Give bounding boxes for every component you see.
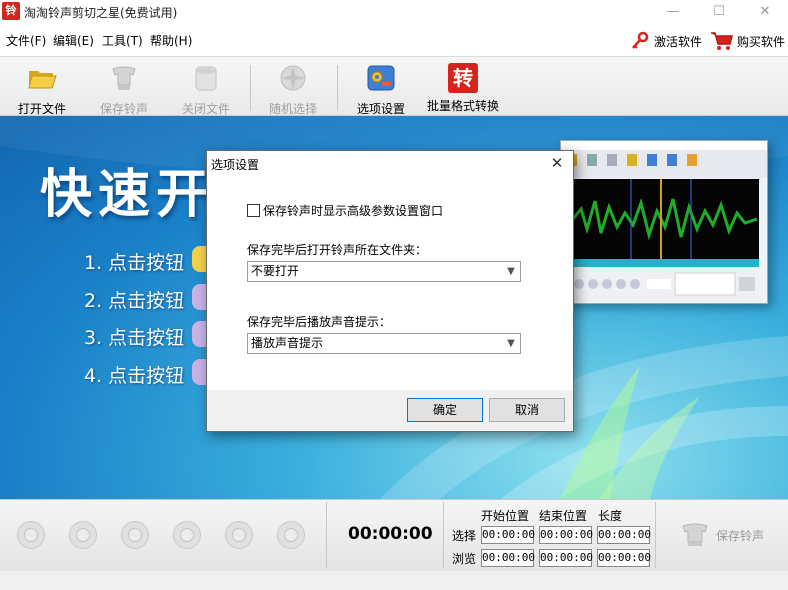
pause-button[interactable] [69, 521, 97, 549]
play-sound-value: 播放声音提示 [251, 336, 324, 350]
status-bar [0, 571, 788, 590]
close-file-icon [195, 66, 217, 91]
title-bar: 铃 淘淘铃声剪切之星(免费试用) — ☐ ✕ [0, 0, 788, 26]
browse-row-label: 浏览 [452, 552, 477, 566]
open-folder-value: 不要打开 [251, 264, 300, 278]
toolbar-separator [337, 65, 338, 111]
selection-start-field[interactable]: 00:00:00 [481, 526, 535, 544]
batch-convert-button[interactable]: 转 批量格式转换 [423, 61, 503, 113]
play-selection-button[interactable] [277, 521, 305, 549]
key-icon [632, 31, 649, 49]
chevron-down-icon: ▼ [507, 266, 515, 277]
menu-tools[interactable]: 工具(T) [102, 32, 143, 49]
minimize-button[interactable]: — [650, 0, 696, 26]
bracket-left-icon [180, 528, 194, 542]
options-dialog: 选项设置 ✕ 保存铃声时显示高级参数设置窗口 保存完毕后打开铃声所在文件夹： 不… [206, 150, 574, 432]
preview-screenshot-icon [561, 141, 767, 301]
panel-separator [443, 502, 444, 568]
maximize-button[interactable]: ☐ [696, 0, 742, 26]
folder-open-icon [28, 71, 57, 89]
start-position-header: 开始位置 [481, 509, 530, 523]
close-file-label: 关闭文件 [181, 102, 230, 116]
advanced-params-label: 保存铃声时显示高级参数设置窗口 [263, 204, 444, 218]
length-header: 长度 [598, 509, 623, 523]
save-ringtone-toolbar-button[interactable]: 保存铃声 [84, 61, 164, 116]
app-icon: 铃 [2, 2, 20, 20]
open-folder-select[interactable]: 不要打开 ▼ [247, 261, 521, 282]
save-ringtone-icon [112, 66, 136, 90]
step-1: 1. 点击按钮 [84, 252, 185, 274]
menu-file[interactable]: 文件(F) [6, 32, 46, 49]
batch-convert-icon: 转 [448, 63, 478, 93]
bracket-right-icon [232, 528, 246, 542]
buy-software-button[interactable]: 购买软件 [710, 30, 785, 52]
app-preview-thumbnail [560, 140, 768, 304]
current-time: 00:00:00 [348, 524, 433, 544]
options-settings-label: 选项设置 [356, 102, 405, 116]
set-start-button[interactable] [173, 521, 201, 549]
random-select-button[interactable]: 随机选择 [253, 61, 333, 116]
panel-separator [655, 502, 656, 568]
save-ringtone-button[interactable]: 保存铃声 [680, 520, 776, 550]
random-select-label: 随机选择 [268, 102, 317, 116]
dialog-title: 选项设置 [211, 158, 260, 172]
selection-row-label: 选择 [452, 529, 477, 543]
window-title: 淘淘铃声剪切之星(免费试用) [24, 6, 178, 20]
open-folder-label: 保存完毕后打开铃声所在文件夹： [247, 243, 428, 257]
stop-button[interactable] [121, 521, 149, 549]
ok-button[interactable]: 确定 [407, 398, 483, 422]
menu-edit[interactable]: 编辑(E) [53, 32, 94, 49]
selection-length-field[interactable]: 00:00:00 [597, 526, 651, 544]
random-select-icon [280, 65, 306, 91]
selection-end-field[interactable]: 00:00:00 [539, 526, 593, 544]
close-file-button[interactable]: 关闭文件 [166, 61, 246, 116]
activate-software-label: 激活软件 [654, 34, 703, 49]
set-end-button[interactable] [225, 521, 253, 549]
buy-software-label: 购买软件 [737, 34, 786, 49]
browse-end-field: 00:00:00 [539, 549, 593, 567]
batch-convert-label: 批量格式转换 [426, 99, 499, 113]
step-2: 2. 点击按钮 [84, 290, 185, 312]
step-3: 3. 点击按钮 [84, 327, 185, 349]
save-ringtone-icon [682, 523, 708, 546]
browse-length-field: 00:00:00 [597, 549, 651, 567]
play-sound-select[interactable]: 播放声音提示 ▼ [247, 333, 521, 354]
play-selection-icon [284, 528, 298, 542]
menu-bar: 文件(F) 编辑(E) 工具(T) 帮助(H) 激活软件 购买软件 [0, 26, 788, 56]
dialog-body: 保存铃声时显示高级参数设置窗口 保存完毕后打开铃声所在文件夹： 不要打开 ▼ 保… [207, 176, 573, 390]
end-position-header: 结束位置 [539, 509, 588, 523]
dialog-title-bar: 选项设置 ✕ [207, 151, 573, 176]
pause-icon [76, 528, 90, 542]
cancel-button[interactable]: 取消 [489, 398, 565, 422]
stop-icon [128, 528, 142, 542]
browse-start-field: 00:00:00 [481, 549, 535, 567]
play-sound-label: 保存完毕后播放声音提示： [247, 315, 392, 329]
advanced-params-checkbox[interactable]: 保存铃声时显示高级参数设置窗口 [247, 202, 443, 219]
cart-icon [711, 32, 733, 50]
save-ringtone-bottom-label: 保存铃声 [716, 528, 765, 543]
panel-separator [326, 502, 327, 568]
activate-software-button[interactable]: 激活软件 [630, 30, 702, 52]
save-ringtone-label: 保存铃声 [99, 102, 148, 116]
step-4: 4. 点击按钮 [84, 365, 185, 387]
options-icon [367, 65, 395, 91]
toolbar: 打开文件 保存铃声 关闭文件 随机选择 选项设置 转 批量格式转换 [0, 56, 788, 116]
toolbar-separator [250, 65, 251, 111]
play-button[interactable] [17, 521, 45, 549]
chevron-down-icon: ▼ [507, 338, 515, 349]
dialog-close-button[interactable]: ✕ [541, 151, 573, 176]
open-file-button[interactable]: 打开文件 [2, 61, 82, 116]
checkbox-box[interactable] [247, 204, 260, 217]
close-button[interactable]: ✕ [742, 0, 788, 26]
open-file-label: 打开文件 [17, 102, 66, 116]
menu-help[interactable]: 帮助(H) [150, 32, 192, 49]
play-icon [24, 528, 38, 542]
playback-panel: 00:00:00 开始位置 结束位置 长度 选择 浏览 00:00:00 00:… [0, 499, 788, 571]
options-settings-button[interactable]: 选项设置 [341, 61, 421, 116]
